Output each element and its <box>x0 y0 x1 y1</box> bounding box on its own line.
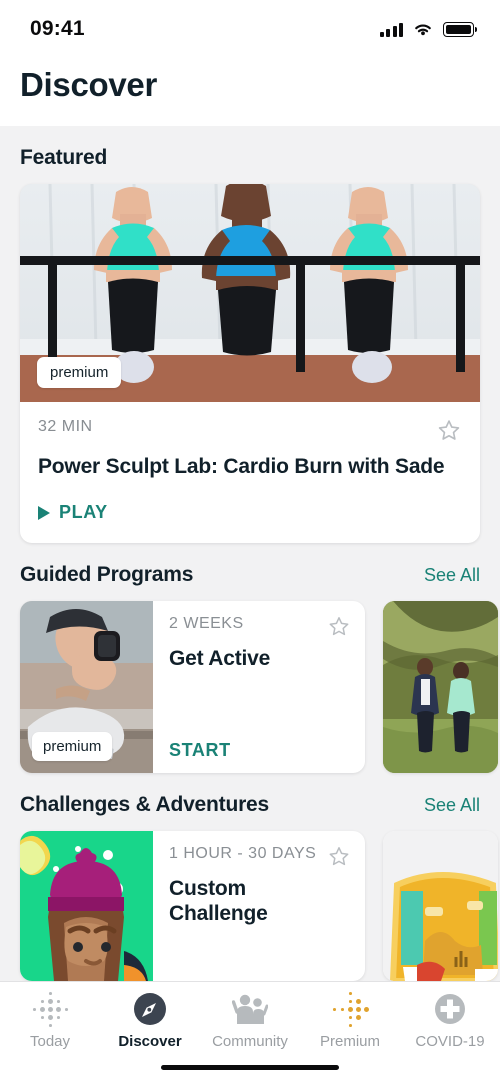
section-header-challenges: Challenges & Adventures See All <box>0 773 500 831</box>
tab-label: Premium <box>319 1033 380 1051</box>
featured-card-body: 32 MIN Power Sculpt Lab: Cardio Burn wit… <box>20 402 480 543</box>
medical-plus-icon <box>434 992 466 1026</box>
challenge-thumbnail <box>20 831 153 982</box>
program-title: Get Active <box>169 647 271 671</box>
page-title: Discover <box>20 66 158 103</box>
signal-bars-icon <box>379 22 403 37</box>
status-bar: 09:41 <box>0 0 500 58</box>
dot-grid-icon <box>32 991 69 1027</box>
status-icons <box>379 21 477 37</box>
premium-badge: premium <box>37 357 122 388</box>
tab-covid-19[interactable]: COVID-19 <box>400 992 500 1050</box>
play-triangle-icon <box>38 505 50 520</box>
home-indicator[interactable] <box>161 1064 339 1070</box>
tab-community[interactable]: Community <box>200 992 300 1050</box>
app-screen: 09:41 Discover Featured premium 32 MIN P… <box>0 0 500 1080</box>
star-outline-icon[interactable] <box>436 418 462 444</box>
section-title: Challenges & Adventures <box>20 793 270 817</box>
star-outline-icon[interactable] <box>327 615 351 639</box>
winter-character-illustration <box>20 831 153 982</box>
program-meta-row: 2 WEEKS <box>169 615 351 639</box>
challenges-rail[interactable]: 1 HOUR - 30 DAYS Custom Challenge <box>0 831 500 982</box>
wifi-icon <box>415 24 431 36</box>
desert-adventure-illustration <box>383 831 498 982</box>
status-time: 09:41 <box>30 17 85 40</box>
guided-programs-rail[interactable]: premium 2 WEEKS Get Active START <box>0 601 500 774</box>
featured-meta-row: 32 MIN <box>38 418 462 444</box>
program-card-body: 2 WEEKS Get Active START <box>153 601 365 773</box>
program-duration: 2 WEEKS <box>169 615 244 633</box>
featured-title: Power Sculpt Lab: Cardio Burn with Sade <box>38 455 445 478</box>
challenge-card-next-peek[interactable] <box>383 831 498 982</box>
people-icon <box>232 992 268 1026</box>
challenge-title-line2: Challenge <box>169 902 268 926</box>
program-card-next-peek[interactable] <box>383 601 498 774</box>
challenge-card-body: 1 HOUR - 30 DAYS Custom Challenge <box>153 831 365 981</box>
page-header: Discover <box>0 58 500 126</box>
bottom-tab-bar[interactable]: Today Discover Community Premium COVID-1… <box>0 981 500 1055</box>
see-all-challenges[interactable]: See All <box>424 795 480 816</box>
play-button[interactable]: PLAY <box>38 502 462 523</box>
featured-thumbnail[interactable]: premium <box>20 184 480 402</box>
tab-discover[interactable]: Discover <box>100 992 200 1050</box>
start-button[interactable]: START <box>169 740 351 761</box>
section-header-featured: Featured <box>0 126 500 184</box>
program-thumbnail: premium <box>20 601 153 774</box>
program-card-get-active[interactable]: premium 2 WEEKS Get Active START <box>20 601 365 774</box>
play-label: PLAY <box>59 502 108 523</box>
section-title: Guided Programs <box>20 563 194 587</box>
challenge-card-custom[interactable]: 1 HOUR - 30 DAYS Custom Challenge <box>20 831 365 982</box>
challenge-title-line1: Custom <box>169 877 246 901</box>
battery-full-icon <box>443 21 477 37</box>
challenge-meta-row: 1 HOUR - 30 DAYS <box>169 845 351 869</box>
section-title: Featured <box>20 146 108 169</box>
see-all-guided-programs[interactable]: See All <box>424 565 480 586</box>
challenge-title: Custom Challenge <box>169 876 351 926</box>
compass-icon <box>133 992 167 1026</box>
tab-premium[interactable]: Premium <box>300 991 400 1051</box>
featured-workout-card[interactable]: premium 32 MIN Power Sculpt Lab: Cardio … <box>20 184 480 544</box>
tab-label: COVID-19 <box>415 1033 485 1051</box>
featured-duration: 32 MIN <box>38 418 93 435</box>
tab-label: Discover <box>118 1033 182 1051</box>
star-outline-icon[interactable] <box>327 845 351 869</box>
tab-today[interactable]: Today <box>0 991 100 1051</box>
challenge-duration: 1 HOUR - 30 DAYS <box>169 845 317 863</box>
home-indicator-area <box>0 1054 500 1080</box>
content-scroll-area[interactable]: Featured premium 32 MIN Power Sculpt Lab… <box>0 126 500 982</box>
section-header-guided-programs: Guided Programs See All <box>0 543 500 601</box>
tab-label: Community <box>212 1033 288 1051</box>
couple-walking-photo <box>383 601 498 774</box>
gold-dots-icon <box>332 991 369 1027</box>
tab-label: Today <box>29 1033 71 1051</box>
premium-badge: premium <box>32 732 113 762</box>
